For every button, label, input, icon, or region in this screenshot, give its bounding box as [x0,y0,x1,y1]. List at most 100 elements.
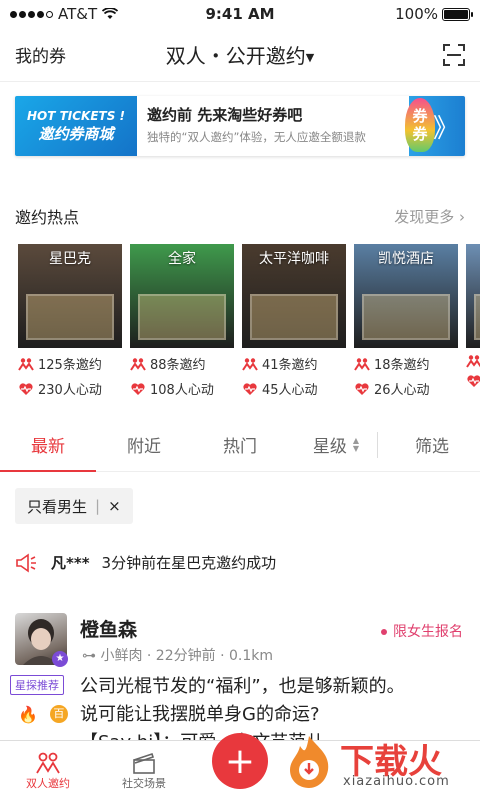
place-name: 福 [466,248,480,268]
banner-headline: 邀约前 先来淘些好券吧 [147,106,303,124]
close-icon[interactable]: × [108,497,121,515]
like-count: 45人心动 [242,379,346,398]
people-icon [130,357,146,371]
banner-title: 邀约券商城 [38,124,114,143]
place-image: 凯悦酒店 [354,244,458,348]
recommended-badge: 星探推荐 [10,675,64,695]
tab-latest[interactable]: 最新 [0,418,96,472]
banner-tag: HOT TICKETS ! [26,108,126,123]
place-image: 全家 [130,244,234,348]
hot-place-card[interactable]: 全家 88条邀约 108人心动 [130,244,234,398]
invite-count [466,354,480,368]
invite-count: 41条邀约 [242,354,346,373]
chevron-right-icon: › [459,207,465,226]
like-count [466,374,480,388]
tab-nearby[interactable]: 附近 [96,418,192,471]
like-count-text: 108人心动 [150,383,214,398]
coupon-badge-icon: 券券 [405,98,435,152]
sort-icon: ▲ ▼ [352,435,360,453]
chip-divider: | [95,497,101,515]
carrier: AT&T [58,5,98,23]
like-count-text: 230人心动 [38,383,102,398]
like-count: 108人心动 [130,379,234,398]
place-image: 星巴克 [18,244,122,348]
banner-subtitle: 独特的“双人邀约”体验，无人应邀全额退款 [147,130,366,144]
place-image: 太平洋咖啡 [242,244,346,348]
post-body-line: 公司光棍节发的“福利”，也是够新颖的。 [80,676,405,697]
double-chevron-icon: 》 [432,113,459,144]
like-count: 26人心动 [354,379,458,398]
hot-section-header: 邀约热点 发现更多 › [0,204,480,228]
tab-filter[interactable]: 筛选 [384,418,480,471]
tab-hot[interactable]: 热门 [192,418,288,471]
tab-divider [377,432,378,458]
invite-count-text: 41条邀约 [262,358,318,373]
hot-places-list: 星巴克 125条邀约 230人心动 全家 88条邀约 108人心动 太平洋咖啡 41条邀约 45… [0,244,480,398]
place-name: 星巴克 [49,251,91,267]
nav-bar: 我的券 双人・公开邀约▼ [0,28,480,82]
wifi-icon [102,8,119,19]
tab-rating[interactable]: 星级 ▲ ▼ [288,418,384,471]
invite-count-text: 125条邀约 [38,358,102,373]
tabbar-item-invites[interactable]: 双人邀约 [0,741,96,800]
like-count-text: 26人心动 [374,383,430,398]
hot-place-card[interactable]: 凯悦酒店 18条邀约 26人心动 [354,244,458,398]
scan-icon[interactable] [443,43,465,66]
post-meta-text: 小鲜肉 · 22分钟前 · 0.1km [100,648,273,664]
battery-percent: 100% [395,5,438,23]
megaphone-icon [16,552,36,573]
success-notice: 凡*** 3分钟前在星巴克邀约成功 [0,552,480,573]
star-badge-icon: ★ [52,651,68,667]
tabbar-label: 社交场景 [122,776,166,790]
caret-down-icon: ▼ [305,51,315,64]
place-name: 全家 [168,251,196,267]
hot-place-card[interactable]: 星巴克 125条邀约 230人心动 [18,244,122,398]
heart-icon [131,382,145,395]
hundred-icon: 百 [49,705,68,723]
heart-icon [355,382,369,395]
banner-logo: HOT TICKETS ! 邀约券商城 [15,96,137,156]
people-icon [354,357,370,371]
clapper-icon [133,752,155,774]
heart-icon [243,382,257,395]
post-meta: ⊶ 小鲜肉 · 22分钟前 · 0.1km [82,645,273,665]
invite-count: 18条邀约 [354,354,458,373]
people-icon [18,357,34,371]
bottom-tab-bar: 双人邀约 社交场景 + 下载火 xiazaihuo.com [0,733,480,800]
tabbar-item-scenes[interactable]: 社交场景 [96,741,192,800]
people-icon [242,357,258,371]
gender-limit-text: 限女生报名 [393,624,463,640]
link-icon: ⊶ [82,648,96,664]
hot-place-card[interactable]: 福 [466,244,480,398]
discover-more-link[interactable]: 发现更多 › [394,206,465,227]
add-invite-button[interactable]: + [212,733,268,789]
filter-chip-label: 只看男生 [27,497,88,516]
filter-chip[interactable]: 只看男生 | × [15,488,133,524]
battery-icon [442,7,473,21]
place-image: 福 [466,244,480,348]
gender-limit-tag: 限女生报名 [381,621,463,641]
heart-icon [19,382,33,395]
section-title: 邀约热点 [15,208,80,227]
people-icon [466,355,480,368]
watermark-sub: xiazaihuo.com [343,774,450,789]
coupon-mall-banner[interactable]: HOT TICKETS ! 邀约券商城 邀约前 先来淘些好券吧 独特的“双人邀约… [15,96,465,156]
status-bar: AT&T 9:41 AM 100% [0,0,480,28]
signal-icon [10,10,53,18]
hot-place-card[interactable]: 太平洋咖啡 41条邀约 45人心动 [242,244,346,398]
nav-title-dropdown[interactable]: 双人・公开邀约▼ [0,40,480,69]
invite-count: 125条邀约 [18,354,122,373]
invite-count-text: 18条邀约 [374,358,430,373]
invite-count-text: 88条邀约 [150,358,206,373]
watermark-logo: 下载火 xiazaihuo.com [280,730,470,794]
notice-text: 3分钟前在星巴克邀约成功 [101,554,277,572]
tabbar-label: 双人邀约 [26,776,70,790]
like-count-text: 45人心动 [262,383,318,398]
flame-icon [290,736,329,788]
tab-rating-label: 星级 [312,437,347,457]
heart-icon [467,375,480,387]
post-body-line: 说可能让我摆脱单身G的命运? [80,704,320,725]
post-author-name[interactable]: 橙鱼森 [80,615,137,642]
notice-user: 凡*** [51,554,90,572]
feed-tabs: 最新 附近 热门 星级 ▲ ▼ 筛选 [0,418,480,472]
